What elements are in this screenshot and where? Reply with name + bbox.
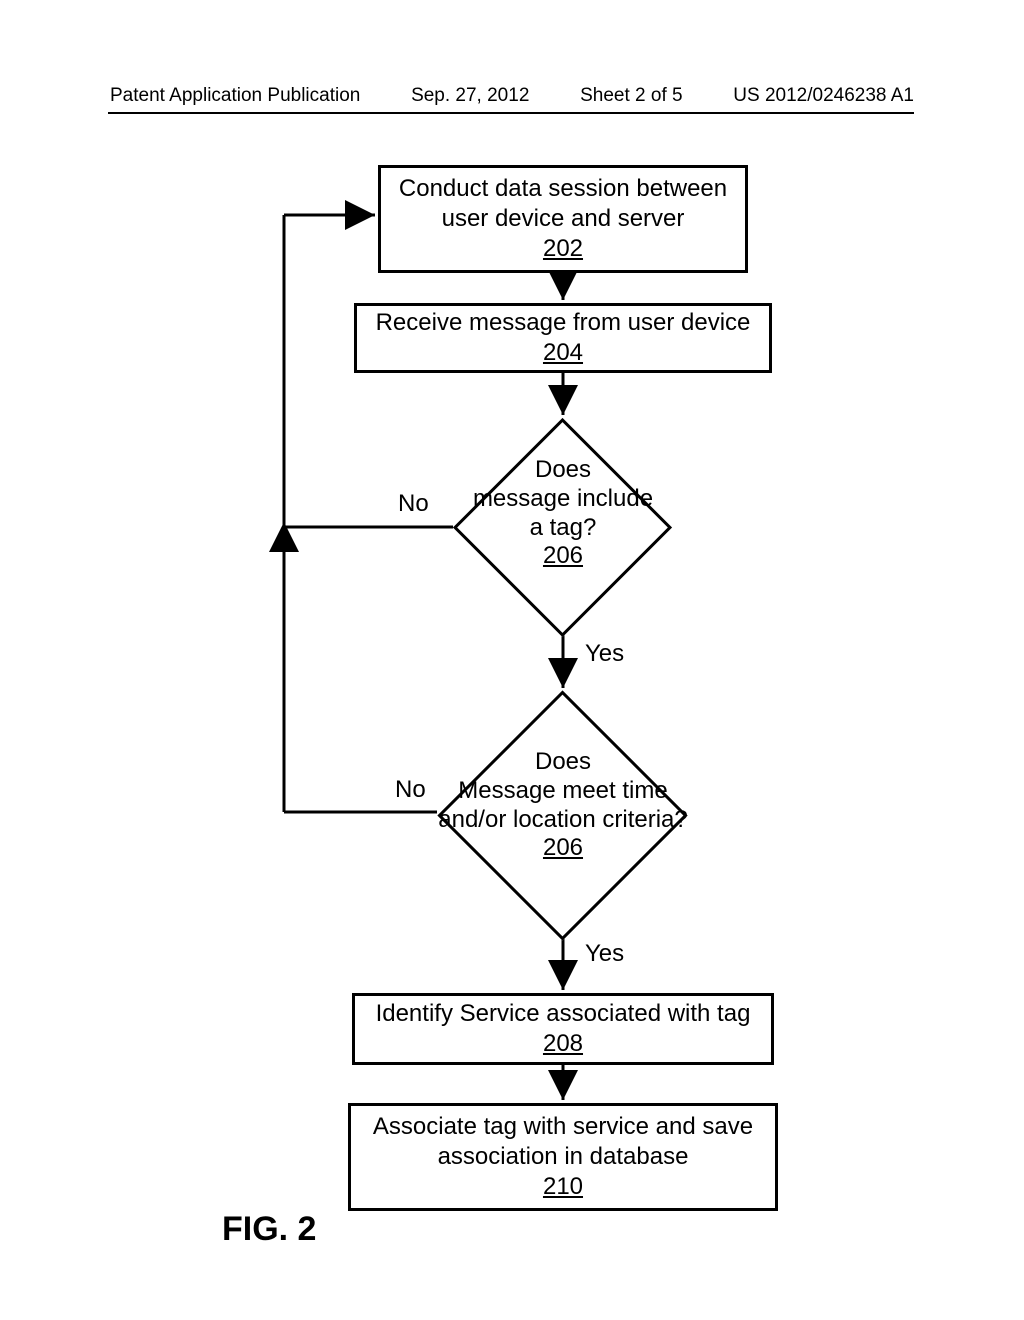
decision-206a-text: Does message include a tag? 206 xyxy=(433,456,693,571)
decision-206a-line1: Does xyxy=(535,456,591,485)
flowchart-canvas: Conduct data session between user device… xyxy=(0,0,1024,1320)
decision-206b-line3: and/or location criteria? xyxy=(438,806,687,835)
figure-label: FIG. 2 xyxy=(222,1210,316,1249)
label-no-206b: No xyxy=(395,776,426,804)
label-no-206a: No xyxy=(398,490,429,518)
decision-206a-line3: a tag? xyxy=(530,514,597,543)
step-210-ref: 210 xyxy=(543,1172,583,1202)
step-210-box: Associate tag with service and save asso… xyxy=(348,1103,778,1211)
decision-206b-ref: 206 xyxy=(543,834,583,863)
decision-206b: Does Message meet time and/or location c… xyxy=(437,690,688,941)
decision-206b-line1: Does xyxy=(535,748,591,777)
step-210-text: Associate tag with service and save asso… xyxy=(359,1112,767,1172)
step-208-text: Identify Service associated with tag xyxy=(376,999,751,1029)
step-202-ref: 202 xyxy=(543,234,583,264)
decision-206b-text: Does Message meet time and/or location c… xyxy=(409,748,717,863)
label-yes-206b: Yes xyxy=(585,940,624,968)
step-204-text: Receive message from user device xyxy=(376,308,751,338)
decision-206b-line2: Message meet time xyxy=(458,777,667,806)
label-yes-206a: Yes xyxy=(585,640,624,668)
step-204-box: Receive message from user device 204 xyxy=(354,303,772,373)
step-208-box: Identify Service associated with tag 208 xyxy=(352,993,774,1065)
decision-206a-line2: message include xyxy=(473,485,653,514)
step-202-text: Conduct data session between user device… xyxy=(389,174,737,234)
step-202-box: Conduct data session between user device… xyxy=(378,165,748,273)
step-208-ref: 208 xyxy=(543,1029,583,1059)
decision-206a-ref: 206 xyxy=(543,542,583,571)
decision-206a: Does message include a tag? 206 xyxy=(453,418,673,638)
step-204-ref: 204 xyxy=(543,338,583,368)
